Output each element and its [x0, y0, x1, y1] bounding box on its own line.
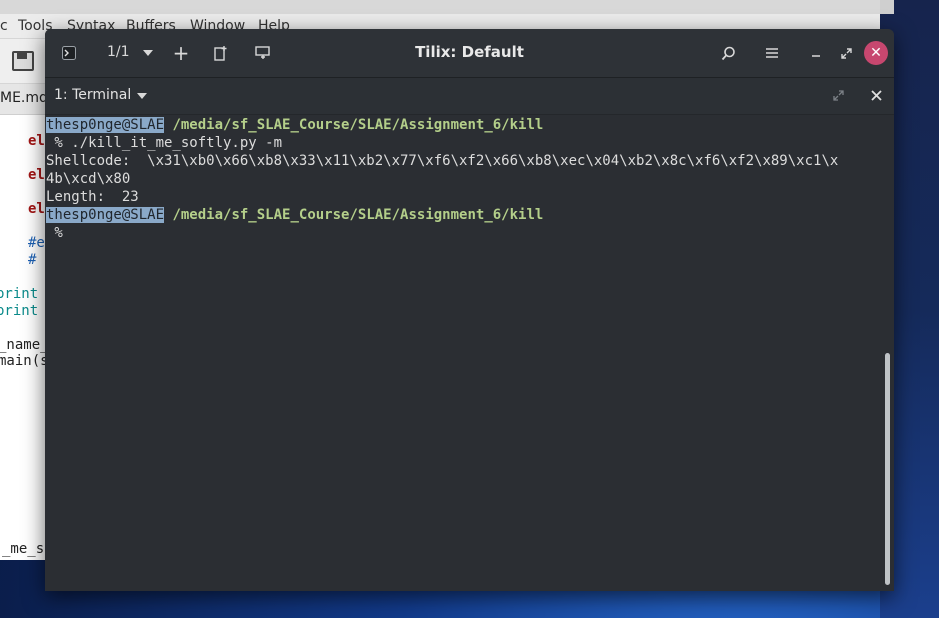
- search-icon: [721, 46, 735, 60]
- terminal-scrollbar[interactable]: [885, 353, 890, 585]
- editor-tab-label[interactable]: ME.md: [0, 90, 48, 106]
- tilix-window: 1/1 + Tilix: Default ✕ 1: Terminal thesp…: [45, 29, 894, 591]
- terminal-titlebar: 1: Terminal: [45, 78, 894, 115]
- close-icon: [871, 90, 882, 101]
- code-line: el: [28, 167, 45, 183]
- final-prompt: %: [46, 225, 63, 241]
- shellcode-line: Shellcode: \x31\xb0\x66\xb8\x33\x11\xb2\…: [46, 153, 839, 169]
- prompt-path: /media/sf_SLAE_Course/SLAE/Assignment_6/…: [172, 117, 544, 133]
- command-line: % ./kill_it_me_softly.py -m: [46, 135, 283, 151]
- code-line: #e: [28, 235, 45, 251]
- prompt-user: thesp0nge@SLAE: [46, 207, 165, 223]
- maximize-terminal-button[interactable]: [833, 90, 844, 101]
- prompt-path: /media/sf_SLAE_Course/SLAE/Assignment_6/…: [172, 207, 544, 223]
- length-line: Length: 23: [46, 189, 139, 205]
- prompt-line: thesp0nge@SLAE /media/sf_SLAE_Course/SLA…: [46, 116, 543, 134]
- background-window-corner: [880, 0, 894, 14]
- background-editor-titlebar: [0, 0, 880, 15]
- code-line: el: [28, 133, 45, 149]
- hamburger-menu-icon: [766, 48, 778, 58]
- menu-item-partial[interactable]: c: [0, 18, 8, 34]
- shellcode-line-continued: 4b\xcd\x80: [46, 171, 131, 187]
- menu-button[interactable]: [760, 41, 784, 65]
- minimize-icon: [812, 55, 820, 57]
- terminal-output[interactable]: thesp0nge@SLAE /media/sf_SLAE_Course/SLA…: [45, 115, 894, 591]
- code-line: main(s: [0, 353, 49, 369]
- terminal-title[interactable]: 1: Terminal: [54, 87, 131, 103]
- code-line: print: [0, 303, 39, 319]
- maximize-icon: [840, 47, 852, 59]
- find-button[interactable]: [716, 41, 740, 65]
- expand-icon: [833, 90, 844, 101]
- close-window-button[interactable]: ✕: [864, 41, 888, 65]
- code-line: el: [28, 201, 45, 217]
- close-terminal-button[interactable]: [871, 90, 882, 101]
- tilix-headerbar: 1/1 + Tilix: Default ✕: [45, 29, 894, 78]
- prompt-line: thesp0nge@SLAE /media/sf_SLAE_Course/SLA…: [46, 206, 543, 224]
- minimize-button[interactable]: [804, 41, 828, 65]
- save-icon[interactable]: [12, 51, 34, 71]
- maximize-button[interactable]: [834, 41, 858, 65]
- code-line: #: [28, 252, 37, 268]
- code-line: _name_: [0, 337, 49, 353]
- terminal-menu-chevron-icon[interactable]: [137, 93, 147, 99]
- prompt-user: thesp0nge@SLAE: [46, 117, 165, 133]
- code-line: print: [0, 286, 39, 302]
